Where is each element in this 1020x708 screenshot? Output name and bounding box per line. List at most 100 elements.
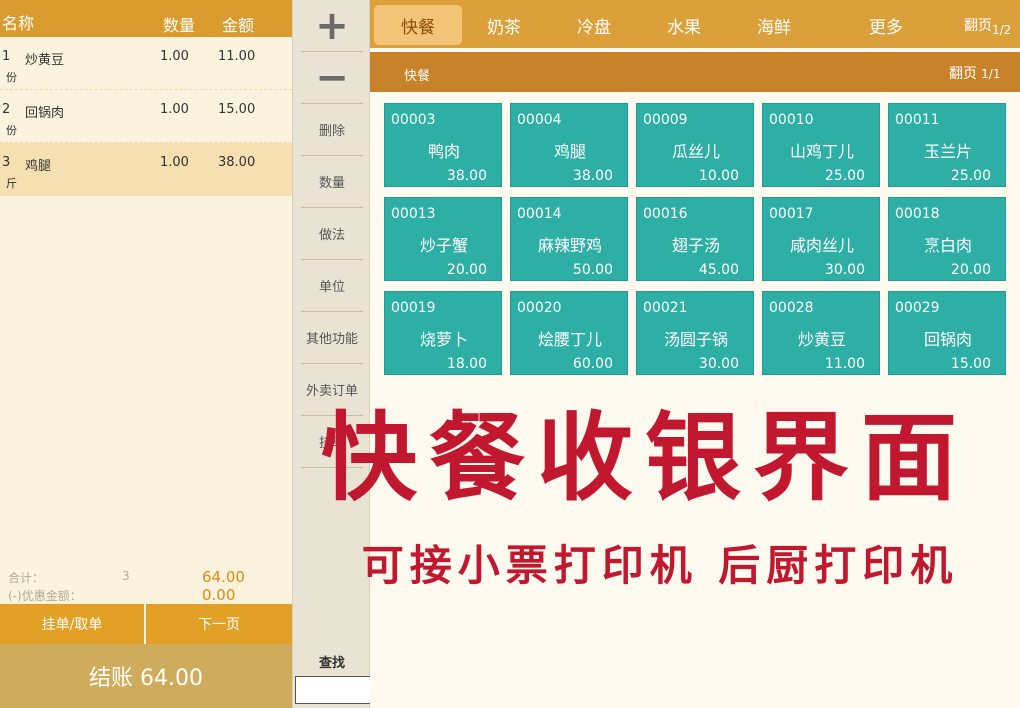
- product-name: 山鸡丁儿: [789, 142, 854, 161]
- product-price: 20.00: [446, 262, 487, 278]
- row-name: 炒黄豆: [25, 53, 65, 68]
- product-price: 30.00: [824, 262, 865, 278]
- product-code: 00016: [643, 206, 688, 222]
- row-name: 回锅肉: [25, 106, 65, 121]
- product-tile[interactable]: 00019 烧萝卜 18.00: [384, 291, 502, 375]
- product-name: 炒黄豆: [797, 330, 846, 349]
- row-index: 3: [2, 155, 11, 170]
- function-column: + − 删除 数量 做法 单位 其他功能 外卖订单 挂单 查找: [292, 0, 371, 708]
- row-qty: 1.00: [160, 49, 189, 64]
- product-tile[interactable]: 00013 炒子蟹 20.00: [384, 197, 502, 281]
- order-row[interactable]: 1 炒黄豆 份 1.00 11.00: [0, 37, 292, 90]
- product-name: 翅子汤: [671, 236, 720, 255]
- banner-subtitle: 可接小票打印机 后厨打印机: [361, 541, 959, 590]
- add-quantity-button[interactable]: +: [301, 0, 363, 52]
- product-tile[interactable]: 00017 咸肉丝儿 30.00: [762, 197, 880, 281]
- row-index: 1: [2, 49, 11, 64]
- product-tile[interactable]: 00003 鸭肉 38.00: [384, 103, 502, 187]
- order-panel: 名称 数量 金额 1 炒黄豆 份 1.00 11.00 2 回锅肉 份 1.00…: [0, 0, 292, 708]
- banner-title: 快餐收银界面: [321, 402, 969, 514]
- product-tile[interactable]: 00020 烩腰丁儿 60.00: [510, 291, 628, 375]
- product-code: 00003: [391, 112, 436, 128]
- product-name: 鸡腿: [553, 142, 586, 161]
- discount-label: (-)优惠金额：: [8, 589, 82, 603]
- product-code: 00009: [643, 112, 688, 128]
- total-value: 64.00: [202, 568, 245, 586]
- product-name: 汤圆子锅: [663, 330, 728, 349]
- product-name: 瓜丝儿: [671, 142, 720, 161]
- row-name: 鸡腿: [25, 159, 52, 174]
- product-code: 00021: [643, 300, 688, 316]
- row-qty: 1.00: [160, 102, 189, 117]
- order-totals: 合计： 3 64.00 (-)优惠金额： 0.00: [0, 565, 292, 605]
- product-price: 25.00: [824, 168, 865, 184]
- product-code: 00020: [517, 300, 562, 316]
- hold-order-button[interactable]: 挂单/取单: [0, 604, 144, 644]
- header-name: 名称: [2, 14, 35, 33]
- product-price: 30.00: [698, 356, 739, 372]
- product-price: 25.00: [950, 168, 991, 184]
- row-amount: 38.00: [218, 155, 256, 170]
- product-price: 45.00: [698, 262, 739, 278]
- product-code: 00013: [391, 206, 436, 222]
- product-name: 玉兰片: [923, 142, 972, 161]
- product-tile[interactable]: 00004 鸡腿 38.00: [510, 103, 628, 187]
- quantity-button[interactable]: 数量: [301, 156, 363, 208]
- row-unit: 份: [6, 71, 17, 84]
- row-index: 2: [2, 102, 11, 117]
- find-input[interactable]: [295, 676, 371, 704]
- next-page-button[interactable]: 下一页: [146, 604, 292, 644]
- product-tile[interactable]: 00018 烹白肉 20.00: [888, 197, 1006, 281]
- unit-button[interactable]: 单位: [301, 260, 363, 312]
- product-name: 鸭肉: [427, 142, 460, 161]
- discount-value: 0.00: [202, 586, 236, 604]
- product-tile[interactable]: 00010 山鸡丁儿 25.00: [762, 103, 880, 187]
- product-tile[interactable]: 00028 炒黄豆 11.00: [762, 291, 880, 375]
- product-tile[interactable]: 00029 回锅肉 15.00: [888, 291, 1006, 375]
- product-tile[interactable]: 00021 汤圆子锅 30.00: [636, 291, 754, 375]
- row-amount: 11.00: [218, 49, 256, 64]
- product-price: 38.00: [572, 168, 613, 184]
- reduce-quantity-button[interactable]: −: [301, 52, 363, 104]
- product-price: 18.00: [446, 356, 487, 372]
- product-tile[interactable]: 00011 玉兰片 25.00: [888, 103, 1006, 187]
- product-name: 烹白肉: [923, 236, 972, 255]
- product-price: 20.00: [950, 262, 991, 278]
- product-code: 00028: [769, 300, 814, 316]
- product-code: 00029: [895, 300, 940, 316]
- row-unit: 斤: [6, 177, 17, 190]
- product-tile[interactable]: 00009 瓜丝儿 10.00: [636, 103, 754, 187]
- product-price: 38.00: [446, 168, 487, 184]
- product-price: 60.00: [572, 356, 613, 372]
- order-list-header: 名称 数量 金额: [0, 0, 292, 37]
- product-code: 00010: [769, 112, 814, 128]
- product-tile[interactable]: 00014 麻辣野鸡 50.00: [510, 197, 628, 281]
- product-name: 烩腰丁儿: [537, 330, 602, 349]
- delete-button[interactable]: 删除: [301, 104, 363, 156]
- row-amount: 15.00: [218, 102, 256, 117]
- product-name: 烧萝卜: [419, 330, 468, 349]
- header-qty: 数量: [163, 16, 196, 35]
- product-tile[interactable]: 00016 翅子汤 45.00: [636, 197, 754, 281]
- other-functions-button[interactable]: 其他功能: [301, 312, 363, 364]
- product-name: 炒子蟹: [419, 236, 468, 255]
- product-price: 10.00: [698, 168, 739, 184]
- row-unit: 份: [6, 124, 17, 137]
- order-action-row: 挂单/取单 下一页: [0, 604, 292, 644]
- product-name: 回锅肉: [923, 330, 972, 349]
- product-code: 00004: [517, 112, 562, 128]
- product-price: 50.00: [572, 262, 613, 278]
- product-code: 00019: [391, 300, 436, 316]
- order-row-selected[interactable]: 3 鸡腿 斤 1.00 38.00: [0, 143, 292, 196]
- product-code: 00014: [517, 206, 562, 222]
- product-tiles: 00003 鸭肉 38.00 00004 鸡腿 38.00 00009 瓜丝儿 10.00 …: [370, 0, 1020, 708]
- order-row[interactable]: 2 回锅肉 份 1.00 15.00: [0, 90, 292, 143]
- header-amount: 金额: [222, 16, 255, 35]
- total-label: 合计：: [8, 571, 45, 585]
- cooking-method-button[interactable]: 做法: [301, 208, 363, 260]
- total-count: 3: [122, 569, 130, 583]
- product-code: 00017: [769, 206, 814, 222]
- product-name: 咸肉丝儿: [789, 236, 854, 255]
- checkout-button[interactable]: 结账 64.00: [0, 644, 292, 708]
- product-code: 00011: [895, 112, 940, 128]
